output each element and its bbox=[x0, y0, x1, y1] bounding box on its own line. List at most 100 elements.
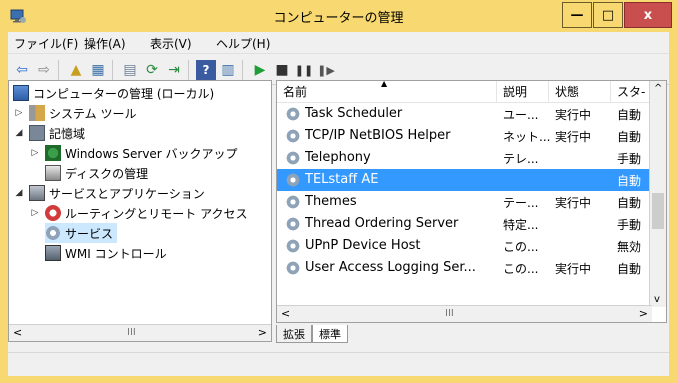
tree-item-wmi-control[interactable]: WMI コントロール bbox=[45, 243, 167, 263]
service-row[interactable]: Thread Ordering Server 特定... 手動 bbox=[277, 213, 652, 235]
back-icon[interactable]: ⇦ bbox=[12, 60, 32, 80]
scroll-thumb[interactable] bbox=[652, 193, 664, 229]
tree-item-label: ルーティングとリモート アクセス bbox=[65, 206, 248, 221]
tools-icon bbox=[29, 105, 45, 121]
menu-help[interactable]: ヘルプ(H) bbox=[216, 35, 270, 52]
service-startup-type: 自動 bbox=[617, 196, 642, 210]
service-row[interactable]: UPnP Device Host この... 無効 bbox=[277, 235, 652, 257]
service-startup-type: 自動 bbox=[617, 174, 642, 188]
tree-item-label: サービスとアプリケーション bbox=[49, 186, 205, 201]
tree-pane[interactable]: コンピューターの管理 (ローカル) ▷ システム ツール ◢ 記憶域 ▷ Win… bbox=[8, 80, 272, 342]
service-status: 実行中 bbox=[555, 262, 592, 276]
action-pane-icon[interactable]: ▥ bbox=[218, 60, 238, 80]
storage-icon bbox=[29, 125, 45, 141]
maximize-button[interactable]: □ bbox=[593, 2, 623, 28]
scroll-right-icon[interactable]: > bbox=[639, 307, 648, 320]
service-gear-icon bbox=[285, 172, 301, 188]
menu-view[interactable]: 表示(V) bbox=[150, 35, 192, 52]
service-description: ユー... bbox=[503, 108, 539, 122]
restart-service-icon[interactable]: ❚▶ bbox=[316, 60, 336, 80]
close-button[interactable]: x bbox=[624, 2, 672, 28]
service-name: UPnP Device Host bbox=[305, 238, 421, 253]
service-list-pane[interactable]: 名前 ▲ 説明 状態 スタ- Task Scheduler ユー... 実行中 自動 T… bbox=[276, 80, 667, 323]
stop-service-icon[interactable]: ■ bbox=[272, 60, 292, 80]
service-row[interactable]: Task Scheduler ユー... 実行中 自動 bbox=[277, 103, 652, 125]
tree-item-label: システム ツール bbox=[49, 106, 137, 121]
tree-item-windows-server-backup[interactable]: ▷ Windows Server バックアップ bbox=[29, 143, 269, 163]
column-header-description[interactable]: 説明 bbox=[497, 81, 549, 103]
service-name: TELstaff AE bbox=[305, 172, 379, 187]
toolbar-separator bbox=[58, 60, 59, 80]
menu-file[interactable]: ファイル(F) bbox=[14, 35, 78, 52]
collapse-icon[interactable]: ◢ bbox=[13, 188, 25, 198]
column-header-label: 状態 bbox=[555, 85, 580, 99]
service-startup-type: 自動 bbox=[617, 108, 642, 122]
scroll-left-icon[interactable]: < bbox=[281, 307, 290, 320]
forward-icon[interactable]: ⇨ bbox=[34, 60, 54, 80]
column-header-label: 説明 bbox=[503, 85, 528, 99]
expand-icon[interactable]: ▷ bbox=[29, 148, 41, 158]
scroll-left-icon[interactable]: < bbox=[13, 326, 22, 339]
service-status: 実行中 bbox=[555, 196, 592, 210]
start-service-icon[interactable]: ▶ bbox=[250, 60, 270, 80]
tree-item-system-tools[interactable]: ▷ システム ツール bbox=[13, 103, 136, 123]
service-description: 特定... bbox=[503, 218, 539, 232]
service-status: 実行中 bbox=[555, 130, 592, 144]
tree-item-label: Windows Server バックアップ bbox=[65, 146, 238, 161]
close-icon: x bbox=[643, 7, 653, 23]
tree-horizontal-scrollbar[interactable]: < III > bbox=[9, 324, 271, 341]
scroll-right-icon[interactable]: > bbox=[258, 326, 267, 339]
service-description: この... bbox=[503, 240, 539, 254]
list-horizontal-scrollbar[interactable]: < III > bbox=[277, 305, 652, 322]
menu-action[interactable]: 操作(A) bbox=[84, 35, 126, 52]
tree-item-disk-management[interactable]: ディスクの管理 bbox=[45, 163, 148, 183]
service-startup-type: 自動 bbox=[617, 130, 642, 144]
service-description: この... bbox=[503, 262, 539, 276]
wmi-icon bbox=[45, 245, 61, 261]
tab-extended[interactable]: 拡張 bbox=[276, 325, 312, 343]
export-list-icon[interactable]: ⇥ bbox=[164, 60, 184, 80]
expand-icon[interactable]: ▷ bbox=[29, 208, 41, 218]
title-bar[interactable]: コンピューターの管理 — □ x bbox=[0, 0, 677, 32]
column-header-name[interactable]: 名前 ▲ bbox=[277, 81, 497, 103]
properties-icon[interactable]: ▤ bbox=[120, 60, 140, 80]
tree-item-computer-management[interactable]: コンピューターの管理 (ローカル) bbox=[13, 83, 214, 103]
tree-item-storage[interactable]: ◢ 記憶域 bbox=[13, 123, 85, 143]
minimize-icon: — bbox=[570, 7, 584, 23]
service-gear-icon bbox=[285, 106, 301, 122]
gear-icon bbox=[45, 225, 61, 241]
pause-service-icon[interactable]: ❚❚ bbox=[294, 60, 314, 80]
tree-item-services-and-applications[interactable]: ◢ サービスとアプリケーション bbox=[13, 183, 205, 203]
column-header-startup-type[interactable]: スタ- bbox=[611, 81, 651, 103]
tree-item-label: WMI コントロール bbox=[65, 246, 167, 261]
scroll-down-icon[interactable]: v bbox=[654, 294, 660, 305]
help-icon[interactable]: ? bbox=[196, 60, 216, 80]
service-gear-icon bbox=[285, 128, 301, 144]
scroll-thumb-grip[interactable]: III bbox=[127, 327, 136, 338]
toolbar-separator bbox=[112, 60, 113, 80]
refresh-icon[interactable]: ⟳ bbox=[142, 60, 162, 80]
column-header-status[interactable]: 状態 bbox=[549, 81, 611, 103]
tree-item-routing-remote-access[interactable]: ▷ ルーティングとリモート アクセス bbox=[29, 203, 269, 223]
disk-icon bbox=[45, 165, 61, 181]
up-folder-icon[interactable]: ▲ bbox=[66, 60, 86, 80]
list-vertical-scrollbar[interactable]: ^ v bbox=[649, 81, 666, 307]
expand-icon[interactable]: ▷ bbox=[13, 108, 25, 118]
service-row[interactable]: Telephony テレ... 手動 bbox=[277, 147, 652, 169]
tree-item-label: コンピューターの管理 (ローカル) bbox=[33, 86, 215, 101]
tree-item-label: サービス bbox=[65, 226, 114, 241]
service-row[interactable]: Themes テー... 実行中 自動 bbox=[277, 191, 652, 213]
services-apps-icon bbox=[29, 185, 45, 201]
menu-bar: ファイル(F) 操作(A) 表示(V) ヘルプ(H) bbox=[8, 32, 669, 54]
service-row[interactable]: TELstaff AE 自動 bbox=[277, 169, 652, 191]
service-gear-icon bbox=[285, 216, 301, 232]
collapse-icon[interactable]: ◢ bbox=[13, 128, 25, 138]
minimize-button[interactable]: — bbox=[562, 2, 592, 28]
service-row[interactable]: TCP/IP NetBIOS Helper ネット... 実行中 自動 bbox=[277, 125, 652, 147]
show-hide-tree-icon[interactable]: ▦ bbox=[88, 60, 108, 80]
service-row[interactable]: User Access Logging Ser... この... 実行中 自動 bbox=[277, 257, 652, 279]
scroll-up-icon[interactable]: ^ bbox=[654, 83, 662, 94]
scroll-thumb-grip[interactable]: III bbox=[445, 308, 454, 319]
tree-item-services[interactable]: サービス bbox=[45, 223, 118, 243]
tab-standard[interactable]: 標準 bbox=[312, 325, 348, 343]
